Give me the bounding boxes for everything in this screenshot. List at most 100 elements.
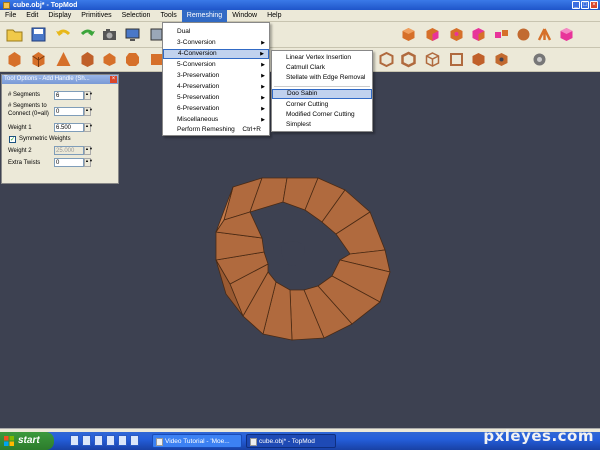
menu-file[interactable]: File: [0, 10, 21, 22]
menu-item-3-preservation[interactable]: 3-Preservation ▶: [163, 71, 269, 81]
symmetric-weights-checkbox[interactable]: ✓: [9, 136, 16, 143]
stellate-icon[interactable]: [79, 51, 96, 68]
extra-twists-spinner[interactable]: ▲▼: [84, 158, 93, 167]
submenu-item-stellate-edge-removal[interactable]: Stellate with Edge Removal: [272, 73, 372, 83]
submenu-item-corner-cutting[interactable]: Corner Cutting: [272, 100, 372, 110]
menu-display[interactable]: Display: [43, 10, 76, 22]
symmetric-weights-label: Symmetric Weights: [19, 136, 71, 142]
menu-item-3-conversion[interactable]: 3-Conversion ▶: [163, 38, 269, 48]
menu-window[interactable]: Window: [227, 10, 262, 22]
menu-item-label: 5-Preservation: [177, 94, 220, 101]
quicklaunch-icon[interactable]: [94, 435, 103, 446]
menu-item-6-preservation[interactable]: 6-Preservation ▶: [163, 104, 269, 114]
gear-icon[interactable]: [531, 51, 548, 68]
subdivide-icon[interactable]: [30, 51, 47, 68]
title-bar: cube.obj* - TopMod _ □ ×: [0, 0, 600, 10]
sculpt-icon[interactable]: [493, 51, 510, 68]
connect-spinner[interactable]: ▲▼: [84, 107, 93, 116]
taskbar-item-video-tutorial[interactable]: Video Tutorial - 'Moe...: [152, 434, 242, 448]
submenu-item-linear-vertex-insertion[interactable]: Linear Vertex Insertion: [272, 53, 372, 63]
menu-remeshing[interactable]: Remeshing: [181, 9, 228, 22]
menu-item-4-conversion[interactable]: 4-Conversion ▶: [163, 49, 269, 59]
menu-edit[interactable]: Edit: [21, 10, 43, 22]
submenu-arrow-icon: ▶: [260, 51, 264, 57]
submenu-arrow-icon: ▶: [261, 62, 265, 68]
menu-item-miscellaneous[interactable]: Miscellaneous ▶: [163, 115, 269, 125]
menu-primitives[interactable]: Primitives: [76, 10, 116, 22]
main-toolbar: [0, 22, 600, 48]
connect-label-line1: # Segments to: [8, 103, 47, 109]
camera-icon[interactable]: [101, 26, 118, 43]
frame-cube-icon[interactable]: [400, 51, 417, 68]
sphere-icon[interactable]: [515, 26, 532, 43]
weight1-input[interactable]: 6.500: [54, 123, 84, 132]
chamfer-icon[interactable]: [124, 51, 141, 68]
weight1-label: Weight 1: [8, 125, 32, 131]
tool-options-title-text: Tool Options - Add Handle (Sh...: [4, 76, 90, 82]
taskbar-item-topmod[interactable]: cube.obj* - TopMod: [246, 434, 336, 448]
menu-item-label: 6-Preservation: [177, 105, 220, 112]
cube-corner-icon[interactable]: [448, 26, 465, 43]
extra-twists-input[interactable]: 0: [54, 158, 84, 167]
menu-selection[interactable]: Selection: [117, 10, 156, 22]
cage-icon[interactable]: [448, 51, 465, 68]
tripod-icon[interactable]: [536, 26, 553, 43]
small-cubes-icon[interactable]: [493, 26, 510, 43]
wire-cube-icon[interactable]: [378, 51, 395, 68]
start-button[interactable]: start: [0, 432, 54, 450]
cube-pink-icon[interactable]: [558, 26, 575, 43]
connect-input[interactable]: 0: [54, 107, 84, 116]
quicklaunch-icon[interactable]: [70, 435, 79, 446]
minimize-button[interactable]: _: [572, 1, 580, 9]
taskbar-item-label: Video Tutorial - 'Moe...: [165, 438, 230, 445]
lattice-icon[interactable]: [424, 51, 441, 68]
bevel-icon[interactable]: [101, 51, 118, 68]
maximize-button[interactable]: □: [581, 1, 589, 9]
cube-orange-icon[interactable]: [400, 26, 417, 43]
close-button[interactable]: ×: [590, 1, 598, 9]
menu-item-dual[interactable]: Dual: [163, 27, 269, 37]
window-icon: [250, 438, 257, 446]
window-title: cube.obj* - TopMod: [13, 1, 78, 9]
segments-spinner[interactable]: ▲▼: [84, 91, 93, 100]
quicklaunch-icon[interactable]: [118, 435, 127, 446]
pyramid-icon[interactable]: [55, 51, 72, 68]
cube-face-icon[interactable]: [470, 26, 487, 43]
menu-item-5-conversion[interactable]: 5-Conversion ▶: [163, 60, 269, 70]
solid-block-icon[interactable]: [470, 51, 487, 68]
menu-item-4-preservation[interactable]: 4-Preservation ▶: [163, 82, 269, 92]
menu-separator: [274, 86, 370, 87]
window-icon: [156, 438, 163, 446]
submenu-item-simplest[interactable]: Simplest: [272, 120, 372, 130]
weight2-spinner[interactable]: ▲▼: [84, 146, 93, 155]
submenu-item-catmull-clark[interactable]: Catmull Clark: [272, 63, 372, 73]
open-folder-icon[interactable]: [6, 26, 23, 43]
submenu-item-doo-sabin[interactable]: Doo Sabin: [272, 89, 372, 99]
monitor-icon[interactable]: [124, 26, 141, 43]
quicklaunch-icon[interactable]: [130, 435, 139, 446]
save-icon[interactable]: [30, 26, 47, 43]
extrude-icon[interactable]: [6, 51, 23, 68]
menu-item-label: 4-Conversion: [178, 50, 217, 57]
menu-item-5-preservation[interactable]: 5-Preservation ▶: [163, 93, 269, 103]
quicklaunch-icon[interactable]: [82, 435, 91, 446]
weight1-spinner[interactable]: ▲▼: [84, 123, 93, 132]
segments-input[interactable]: 6: [54, 91, 84, 100]
submenu-arrow-icon: ▶: [261, 84, 265, 90]
weight2-input[interactable]: 25.000: [54, 146, 84, 155]
weight2-label: Weight 2: [8, 148, 32, 154]
menu-bar: File Edit Display Primitives Selection T…: [0, 9, 600, 22]
tool-options-close-button[interactable]: ×: [110, 76, 117, 83]
watermark: pxleyes.com: [483, 427, 594, 445]
submenu-arrow-icon: ▶: [261, 73, 265, 79]
cube-selected-icon[interactable]: [424, 26, 441, 43]
menu-tools[interactable]: Tools: [155, 10, 181, 22]
submenu-item-modified-corner-cutting[interactable]: Modified Corner Cutting: [272, 110, 372, 120]
menu-item-perform-remeshing[interactable]: Perform Remeshing Ctrl+R: [163, 125, 269, 135]
submenu-arrow-icon: ▶: [261, 40, 265, 46]
menu-help[interactable]: Help: [262, 10, 286, 22]
redo-icon[interactable]: [79, 26, 96, 43]
undo-icon[interactable]: [55, 26, 72, 43]
quicklaunch-icon[interactable]: [106, 435, 115, 446]
menu-item-label: 3-Conversion: [177, 39, 216, 46]
